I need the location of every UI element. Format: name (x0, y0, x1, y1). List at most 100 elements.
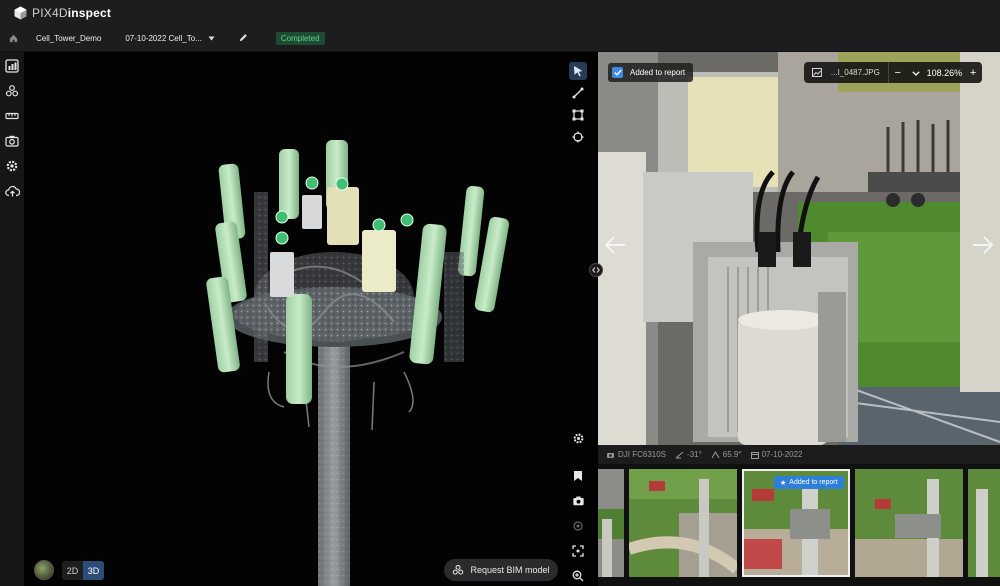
select-tool-button[interactable] (569, 62, 587, 80)
date-meta: 07-10-2022 (750, 450, 803, 459)
camera-icon (5, 135, 19, 147)
status-badge: Completed (275, 32, 325, 45)
image-file-icon (812, 68, 822, 77)
arrow-right-icon (973, 236, 994, 254)
upload-button[interactable] (4, 183, 20, 199)
mode-3d-button[interactable]: 3D (83, 561, 104, 580)
camera-icon (607, 452, 614, 458)
filmstrip-thumb[interactable] (855, 469, 963, 577)
next-image-button[interactable] (972, 236, 994, 259)
locate-button[interactable] (569, 517, 587, 535)
previous-image-button[interactable] (604, 236, 626, 259)
request-bim-button[interactable]: Request BIM model (444, 559, 558, 581)
target-icon (573, 521, 583, 531)
filmstrip-thumb[interactable] (968, 469, 1000, 577)
viewer-tools-top (568, 62, 588, 146)
added-to-report-chip: ★ Added to report (774, 476, 844, 489)
inspection-photo (598, 52, 1000, 445)
camera-button[interactable] (4, 133, 20, 149)
view-mode-toggle: 2D 3D (62, 561, 104, 580)
capture-date: 07-10-2022 (761, 450, 803, 459)
filmstrip-thumb[interactable] (598, 469, 624, 577)
breadcrumb-project[interactable]: Cell_Tower_Demo (36, 34, 101, 43)
filmstrip-thumb[interactable] (629, 469, 737, 577)
image-toolbar: ...I_0487.JPG − 108.26% + (804, 62, 982, 83)
panel-resize-handle[interactable] (589, 263, 603, 277)
arrow-left-icon (604, 236, 625, 254)
angle-meta: 65.9° (711, 450, 742, 459)
clusters-icon (5, 85, 19, 97)
zoom-out-button[interactable]: − (889, 67, 907, 79)
basemap-thumbnail-button[interactable] (34, 560, 54, 580)
photo-viewer[interactable]: Added to report ...I_0487.JPG − 108.26% … (598, 52, 1000, 445)
cursor-arrow-icon (573, 66, 582, 77)
area-measure-button[interactable] (569, 106, 587, 124)
camera-icon (572, 496, 584, 506)
app-root: PIX4Dinspect Cell_Tower_Demo 07-10-2022 … (0, 0, 1000, 586)
left-toolbar (0, 52, 24, 586)
zoom-dropdown-button[interactable] (907, 67, 925, 79)
image-metadata: DJI FC6310S -31° 65.9° 07-10-2022 (598, 445, 1000, 464)
image-filename: ...I_0487.JPG (830, 68, 880, 77)
breadcrumb-bar: Cell_Tower_Demo 07-10-2022 Cell_To... Co… (0, 26, 1000, 52)
gear-icon (6, 160, 18, 172)
added-to-report-label: Added to report (630, 68, 686, 77)
clusters-icon (453, 564, 464, 575)
home-button[interactable] (0, 34, 26, 43)
fit-view-button[interactable] (569, 542, 587, 560)
pencil-icon (239, 34, 247, 42)
cloud-upload-icon (4, 185, 20, 197)
app-logo[interactable]: PIX4Dinspect (14, 6, 111, 20)
checkbox-checked-icon (612, 67, 623, 78)
zoom-in-button[interactable]: + (964, 67, 982, 79)
point-tool-button[interactable] (569, 128, 587, 146)
ruler-icon (5, 112, 19, 120)
3d-viewer[interactable]: 2D 3D Request BIM model (24, 52, 594, 586)
cell-tower-point-cloud (206, 140, 510, 586)
settings-button[interactable] (4, 158, 20, 174)
chevron-down-icon (911, 70, 920, 76)
crosshair-icon (572, 131, 584, 143)
dataset-dropdown[interactable]: 07-10-2022 Cell_To... (125, 34, 215, 43)
report-chart-icon (5, 59, 19, 73)
star-icon: ★ (780, 479, 787, 487)
request-bim-label: Request BIM model (470, 565, 550, 575)
fit-frame-icon (572, 545, 584, 557)
mode-2d-button[interactable]: 2D (62, 561, 83, 580)
calendar-icon (750, 451, 759, 459)
zoom-in-button[interactable] (569, 567, 587, 585)
added-to-report-toggle[interactable]: Added to report (608, 63, 694, 82)
line-measure-icon (572, 87, 584, 99)
dataset-label: 07-10-2022 Cell_To... (125, 34, 202, 43)
angle-value: 65.9° (722, 450, 742, 459)
bookmark-button[interactable] (569, 467, 587, 485)
layers-button[interactable] (4, 83, 20, 99)
image-filmstrip[interactable]: ★ Added to report (598, 464, 1000, 586)
line-measure-button[interactable] (569, 84, 587, 102)
gimbal-pitch-icon (675, 451, 684, 458)
viewer-settings-button[interactable] (569, 429, 587, 447)
pitch-meta: -31° (675, 450, 702, 459)
reports-button[interactable] (4, 58, 20, 74)
brand-name: PIX4Dinspect (32, 6, 112, 20)
chevrons-horizontal-icon (592, 267, 600, 273)
camera-model: DJI FC6310S (618, 450, 667, 459)
zoom-in-icon (572, 570, 584, 582)
pix4d-cube-icon (14, 6, 27, 20)
zoom-level: 108.26% (926, 67, 963, 78)
pitch-value: -31° (687, 450, 702, 459)
top-bar: PIX4Dinspect (0, 0, 1000, 26)
camera-meta: DJI FC6310S (606, 450, 666, 459)
home-icon (9, 34, 17, 43)
added-to-report-chip-label: Added to report (789, 479, 838, 486)
caret-down-icon (208, 36, 215, 41)
measure-button[interactable] (4, 108, 20, 124)
viewer-tools-bottom (568, 429, 588, 586)
bookmark-icon (574, 471, 582, 481)
edit-button[interactable] (239, 33, 248, 44)
polygon-area-icon (572, 109, 584, 121)
snapshot-button[interactable] (569, 492, 587, 510)
field-of-view-icon (711, 450, 720, 458)
filmstrip-thumb-selected[interactable]: ★ Added to report (742, 469, 850, 577)
gear-icon (573, 433, 583, 443)
